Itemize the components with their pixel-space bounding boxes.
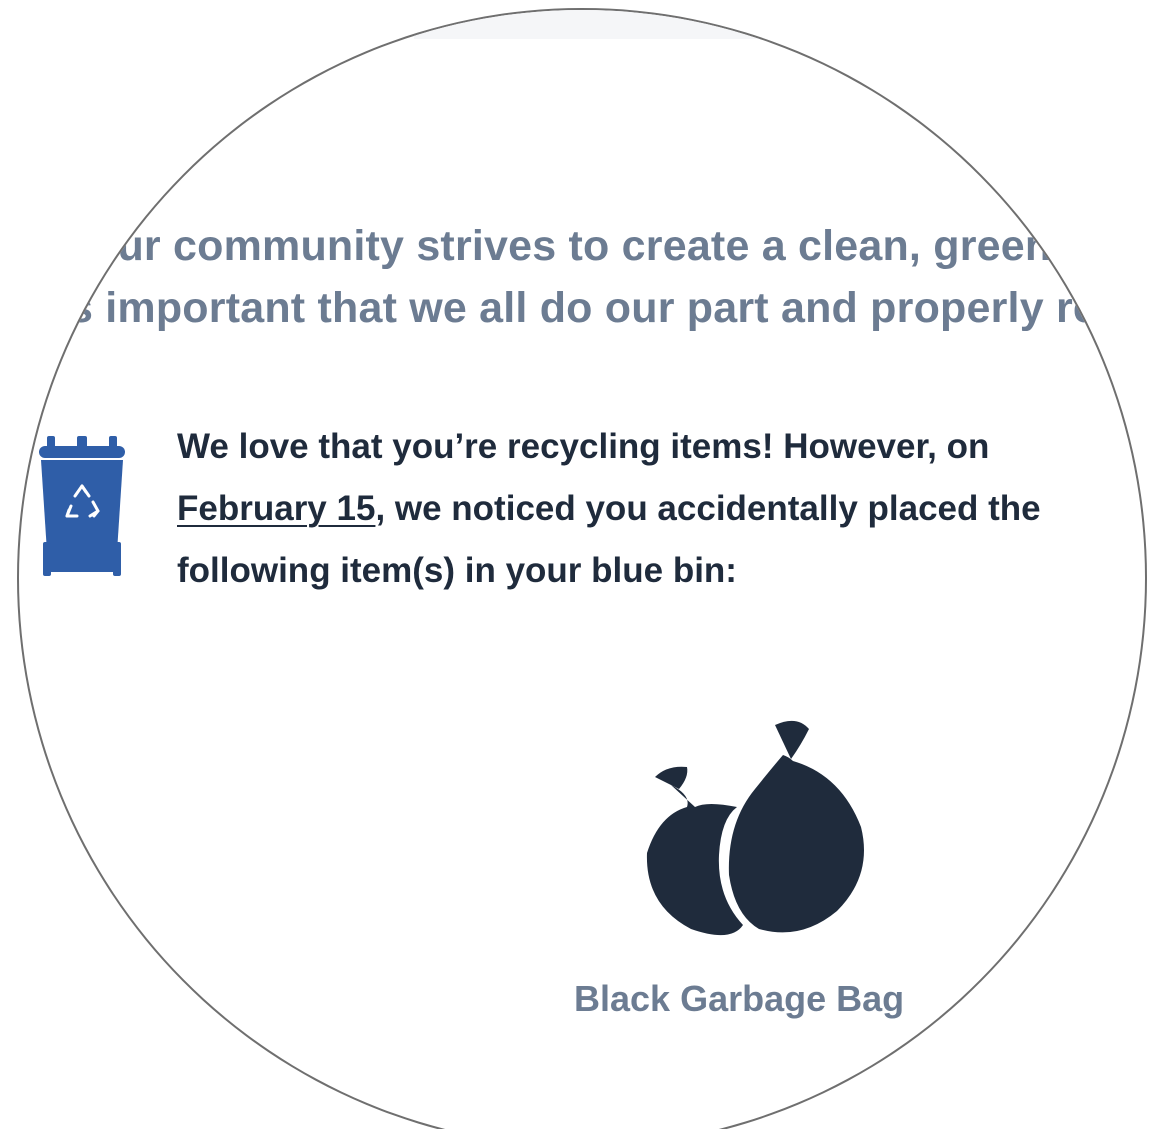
intro-text-line-1: our community strives to create a clean,…	[91, 222, 1093, 270]
recycling-bin-icon	[39, 436, 125, 576]
header-strip	[414, 10, 834, 39]
notice-line-2-text: , we noticed you accidentally placed the	[375, 489, 1041, 528]
magnified-view: our community strives to create a clean,…	[0, 0, 1158, 1129]
notice-line-1: We love that you’re recycling items! How…	[177, 427, 990, 466]
notice-line-3: following item(s) in your blue bin:	[177, 551, 737, 590]
garbage-bags-icon	[646, 720, 864, 936]
magnifier-lens: our community strives to create a clean,…	[17, 8, 1147, 1129]
item-label: Black Garbage Bag	[574, 978, 905, 1019]
recycling-notice: We love that you’re recycling items! How…	[177, 416, 1145, 602]
intro-text-line-2: s important that we all do our part and …	[69, 284, 1098, 332]
notice-line-2: February 15, we noticed you accidentally…	[177, 478, 1145, 540]
pickup-date-link[interactable]: February 15	[177, 489, 375, 528]
